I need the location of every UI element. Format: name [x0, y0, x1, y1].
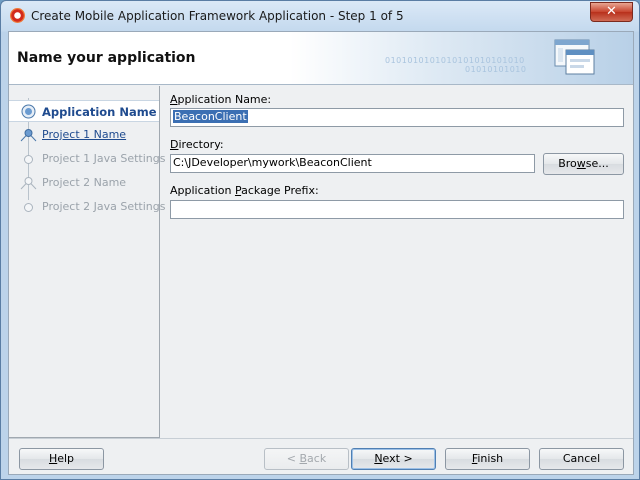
- button-text: <: [286, 452, 300, 465]
- nav-step-project-2-java-settings[interactable]: Project 2 Java Settings: [9, 196, 165, 218]
- nav-step-application-name[interactable]: Application Name: [9, 100, 159, 122]
- label-text: Application: [170, 184, 235, 197]
- dialog-client-area: Name your application 010101010101010101…: [8, 31, 634, 475]
- nav-step-project-2-name[interactable]: Project 2 Name: [9, 172, 159, 194]
- package-prefix-input[interactable]: [170, 200, 624, 219]
- header-banner: Name your application 010101010101010101…: [9, 32, 633, 85]
- mnemonic-letter: A: [170, 93, 178, 106]
- title-bar[interactable]: Create Mobile Application Framework Appl…: [1, 1, 639, 31]
- directory-value: C:\JDeveloper\mywork\BeaconClient: [173, 156, 372, 169]
- nav-step-label: Project 2 Name: [42, 176, 127, 189]
- application-name-input[interactable]: BeaconClient: [170, 108, 624, 127]
- directory-input[interactable]: C:\JDeveloper\mywork\BeaconClient: [170, 154, 535, 173]
- window-title: Create Mobile Application Framework Appl…: [31, 9, 404, 23]
- next-button[interactable]: Next >: [351, 448, 436, 470]
- cancel-button[interactable]: Cancel: [539, 448, 624, 470]
- mnemonic-letter: B: [299, 452, 308, 465]
- current-step-icon: [21, 104, 36, 119]
- help-button[interactable]: Help: [19, 448, 104, 470]
- nav-step-label: Project 2 Java Settings: [42, 200, 166, 213]
- directory-label: Directory:: [170, 138, 224, 151]
- selected-text: BeaconClient: [173, 110, 248, 123]
- footer-separator: [9, 438, 633, 439]
- button-text: Cancel: [562, 452, 601, 465]
- step-node-icon: [24, 203, 33, 212]
- close-button[interactable]: ✕: [590, 2, 633, 22]
- button-text: se...: [585, 157, 609, 170]
- branch-step-icon: [20, 129, 37, 142]
- binary-text-line: 01010101010: [465, 65, 527, 74]
- nav-step-project-1-name[interactable]: Project 1 Name: [9, 124, 159, 146]
- mnemonic-letter: H: [48, 452, 58, 465]
- nav-step-label: Project 1 Java Settings: [42, 152, 166, 165]
- binary-decoration: 0101010101010101010101010 01010101010: [385, 56, 555, 82]
- nav-step-project-1-java-settings[interactable]: Project 1 Java Settings: [9, 148, 165, 170]
- label-text: irectory:: [178, 138, 224, 151]
- back-button[interactable]: < Back: [264, 448, 349, 470]
- label-text: ackage Prefix:: [241, 184, 319, 197]
- mnemonic-letter: w: [576, 157, 586, 170]
- wizard-step-navigation: Application Name Project 1 Name Project …: [9, 86, 165, 438]
- page-title: Name your application: [17, 50, 196, 66]
- button-text: elp: [57, 452, 75, 465]
- oracle-app-icon: [10, 8, 25, 23]
- mnemonic-letter: N: [374, 452, 383, 465]
- dialog-window: Create Mobile Application Framework Appl…: [0, 0, 640, 480]
- button-text: ext >: [382, 452, 413, 465]
- button-text: Bro: [558, 157, 577, 170]
- application-name-label: Application Name:: [170, 93, 271, 106]
- binary-text-line: 0101010101010101010101010: [385, 56, 525, 65]
- step-node-icon: [24, 155, 33, 164]
- package-prefix-label: Application Package Prefix:: [170, 184, 319, 197]
- browse-button[interactable]: Browse...: [543, 153, 624, 175]
- application-windows-icon: [554, 39, 595, 75]
- nav-step-label: Application Name: [42, 105, 157, 119]
- branch-step-icon: [20, 177, 37, 190]
- label-text: pplication Name:: [177, 93, 272, 106]
- button-text: ack: [307, 452, 327, 465]
- nav-step-label: Project 1 Name: [42, 128, 127, 141]
- button-text: inish: [477, 452, 504, 465]
- finish-button[interactable]: Finish: [445, 448, 530, 470]
